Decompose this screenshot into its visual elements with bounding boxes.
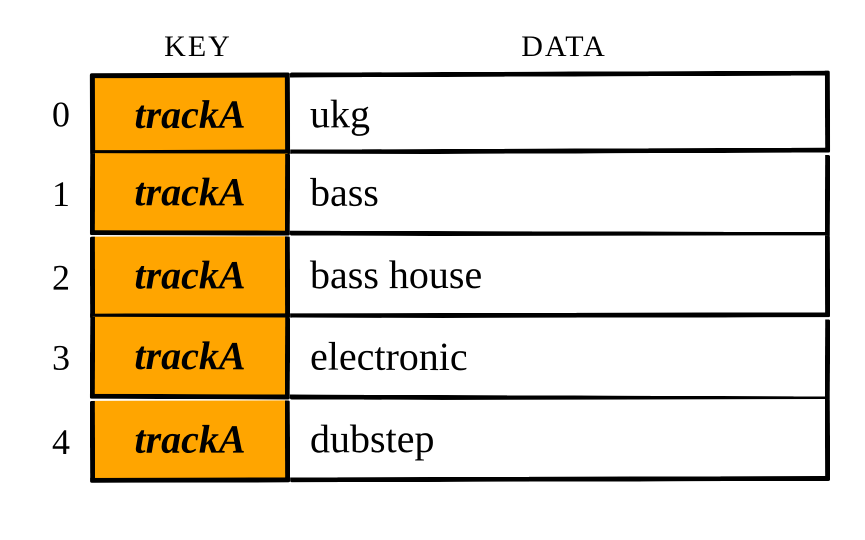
row-index: 3 (40, 317, 90, 399)
header-data: DATA (298, 30, 830, 64)
key-cell: trackA (90, 317, 290, 400)
key-cell: trackA (90, 153, 290, 236)
key-cell: trackA (90, 400, 290, 483)
key-cell: trackA (90, 236, 290, 318)
data-cell: bass (290, 154, 830, 237)
row-index: 4 (40, 401, 90, 483)
data-cell: bass house (290, 235, 830, 318)
table-row: 0 trackA ukg (40, 71, 830, 156)
row-index: 0 (40, 73, 90, 155)
row-index: 1 (40, 153, 90, 235)
table-row: 3 trackA electronic (40, 317, 830, 402)
table-row: 1 trackA bass (40, 153, 830, 237)
data-cell: ukg (290, 71, 830, 155)
table-row: 2 trackA bass house (40, 235, 830, 318)
header-key: KEY (98, 30, 298, 64)
table-row: 4 trackA dubstep (40, 399, 830, 483)
table-body: 0 trackA ukg 1 trackA bass 2 trackA bass… (40, 72, 830, 482)
key-data-table-diagram: KEY DATA 0 trackA ukg 1 trackA bass 2 tr… (40, 30, 830, 482)
row-index: 2 (40, 237, 90, 319)
data-cell: electronic (290, 317, 830, 401)
table-headers: KEY DATA (98, 30, 830, 64)
key-cell: trackA (90, 73, 290, 156)
data-cell: dubstep (290, 399, 830, 482)
